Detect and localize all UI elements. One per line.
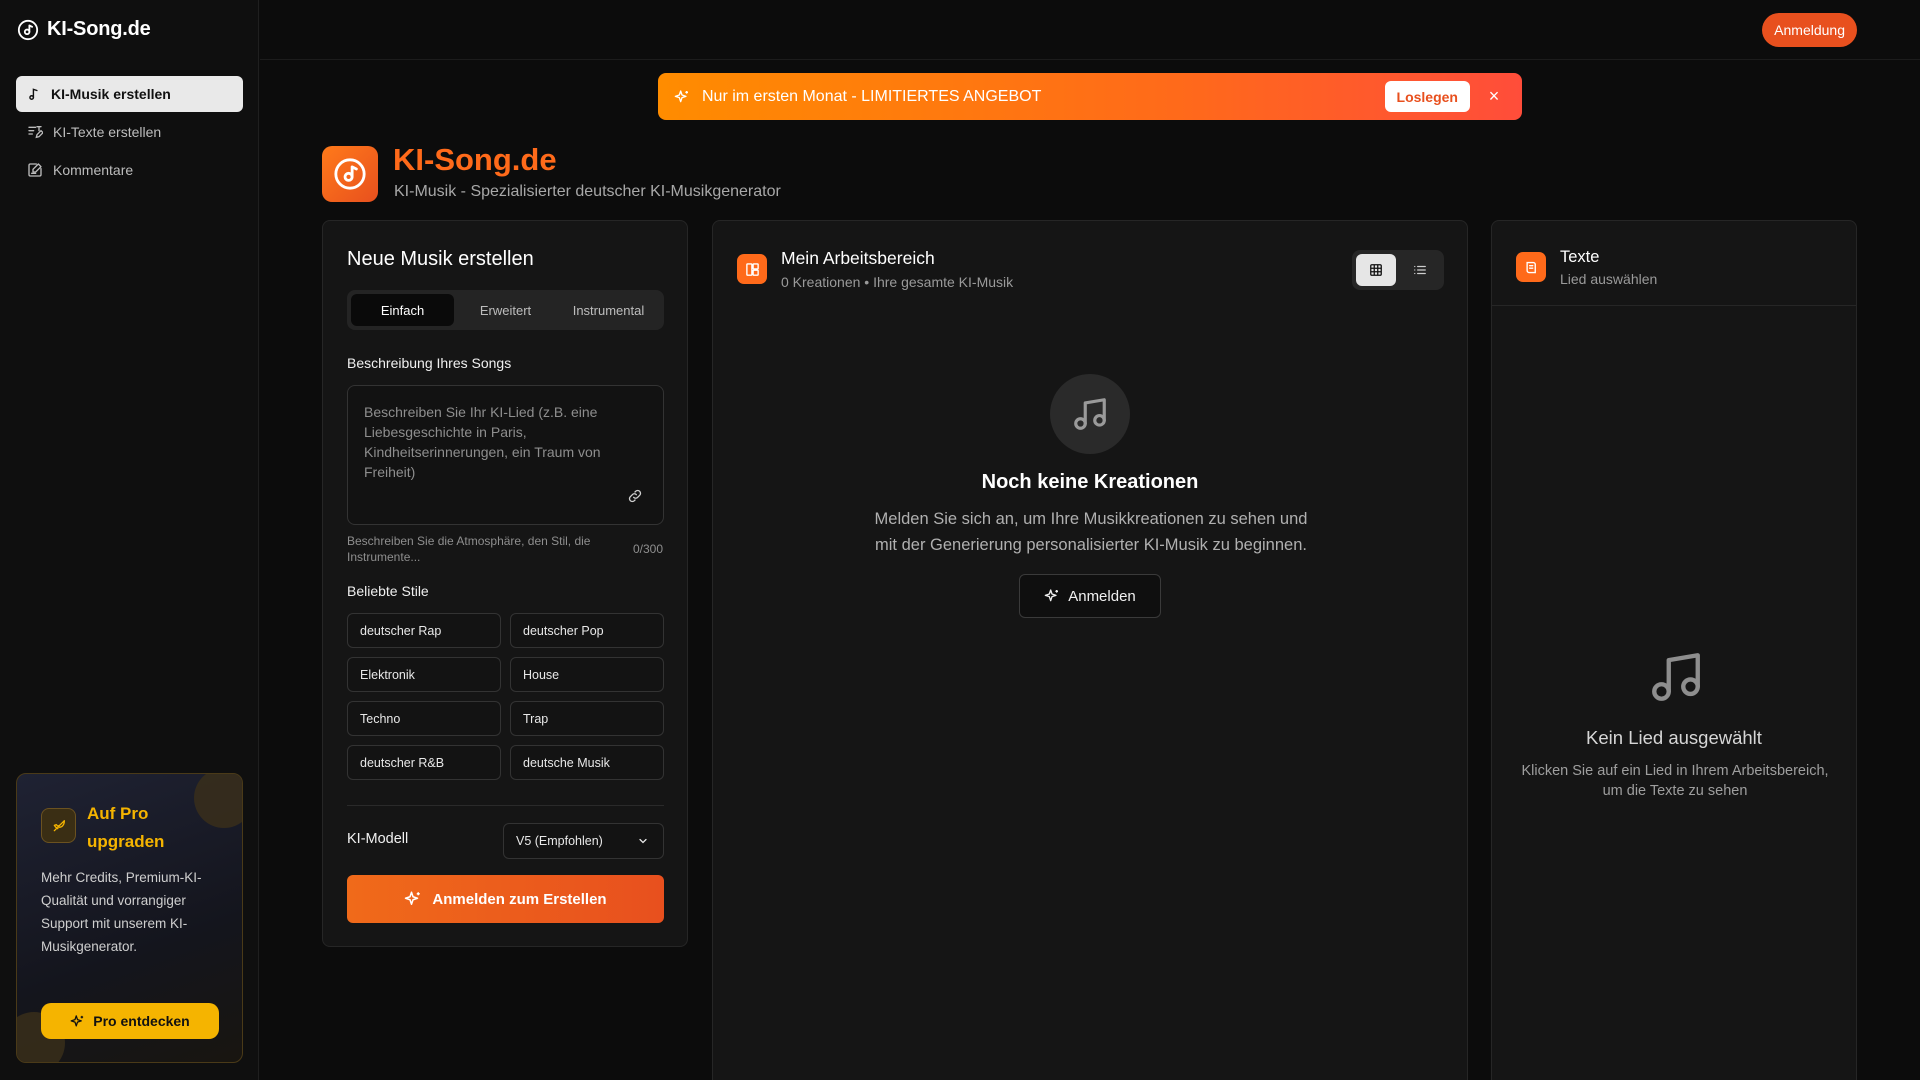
view-toggle xyxy=(1352,250,1444,290)
list-icon xyxy=(1414,265,1426,275)
sidebar-item-kommentare[interactable]: Kommentare xyxy=(16,152,243,188)
sidebar: KI-Song.de KI-Musik erstellen KI-Texte e… xyxy=(0,0,259,1080)
list-view-button[interactable] xyxy=(1400,254,1440,286)
style-chip[interactable]: Techno xyxy=(347,701,501,736)
create-music-panel: Neue Musik erstellen Einfach Erweitert I… xyxy=(322,220,688,947)
lyrics-panel-header: Texte Lied auswählen xyxy=(1492,221,1856,306)
popular-styles: deutscher Rap deutscher Pop Elektronik H… xyxy=(347,613,664,780)
edit-lyrics-icon xyxy=(28,126,43,139)
mode-tabs: Einfach Erweitert Instrumental xyxy=(347,290,664,330)
sidebar-nav: KI-Musik erstellen KI-Texte erstellen Ko… xyxy=(16,76,243,190)
style-chip[interactable]: Elektronik xyxy=(347,657,501,692)
lyrics-subtitle: Lied auswählen xyxy=(1560,271,1658,287)
sparkles-icon xyxy=(1044,589,1059,602)
workspace-panel: Mein Arbeitsbereich 0 Kreationen • Ihre … xyxy=(712,220,1468,1080)
link-icon[interactable] xyxy=(627,488,643,504)
song-description-input[interactable]: Beschreiben Sie Ihr KI-Lied (z.B. eine L… xyxy=(347,385,664,525)
model-select[interactable]: V5 (Empfohlen) xyxy=(503,823,664,859)
tab-einfach[interactable]: Einfach xyxy=(351,294,454,326)
tab-instrumental[interactable]: Instrumental xyxy=(557,294,660,326)
pro-upgrade-card: Auf Pro upgraden Mehr Credits, Premium-K… xyxy=(16,773,243,1063)
promo-cta-button[interactable]: Loslegen xyxy=(1384,81,1470,112)
grid-view-button[interactable] xyxy=(1356,254,1396,286)
layout-icon xyxy=(737,254,767,284)
page-subtitle: KI-Musik - Spezialisierter deutscher KI-… xyxy=(394,183,781,200)
model-value: V5 (Empfohlen) xyxy=(516,834,603,848)
login-button[interactable]: Anmeldung xyxy=(1762,13,1857,47)
no-song-description: Klicken Sie auf ein Lied in Ihrem Arbeit… xyxy=(1521,763,1829,799)
sidebar-item-label: KI-Texte erstellen xyxy=(53,124,162,140)
rocket-icon xyxy=(41,808,76,843)
style-chip[interactable]: deutscher Rap xyxy=(347,613,501,648)
tab-erweitert[interactable]: Erweitert xyxy=(454,294,557,326)
styles-label: Beliebte Stile xyxy=(347,583,429,599)
model-label: KI-Modell xyxy=(347,831,409,847)
top-bar: Anmeldung xyxy=(260,0,1920,60)
sidebar-item-label: Kommentare xyxy=(53,162,134,178)
create-submit-label: Anmelden zum Erstellen xyxy=(432,890,607,908)
create-panel-title: Neue Musik erstellen xyxy=(347,248,534,270)
pro-title: Auf Pro upgraden xyxy=(87,804,165,851)
promo-text: Nur im ersten Monat - LIMITIERTES ANGEBO… xyxy=(702,87,1042,105)
sparkles-icon xyxy=(70,1014,84,1026)
sidebar-item-ki-musik[interactable]: KI-Musik erstellen xyxy=(16,76,243,112)
music-notes-icon xyxy=(1050,374,1130,454)
style-chip[interactable]: deutsche Musik xyxy=(510,745,664,780)
music-disc-icon xyxy=(334,158,366,190)
style-chip[interactable]: deutscher R&B xyxy=(347,745,501,780)
lyrics-panel: Texte Lied auswählen Kein Lied ausgewähl… xyxy=(1491,220,1857,1080)
lyrics-title: Texte xyxy=(1560,248,1600,266)
create-submit-button[interactable]: Anmelden zum Erstellen xyxy=(347,875,664,923)
app-logo xyxy=(322,146,378,202)
sidebar-item-ki-texte[interactable]: KI-Texte erstellen xyxy=(16,114,243,150)
lyrics-icon xyxy=(1516,252,1546,282)
style-chip[interactable]: Trap xyxy=(510,701,664,736)
description-label: Beschreibung Ihres Songs xyxy=(347,355,512,371)
promo-banner: Nur im ersten Monat - LIMITIERTES ANGEBO… xyxy=(658,73,1522,120)
brand-name: KI-Song.de xyxy=(47,18,151,40)
grid-icon xyxy=(1370,264,1382,276)
sparkles-icon xyxy=(405,891,421,905)
signin-button[interactable]: Anmelden xyxy=(1019,574,1161,618)
comment-edit-icon xyxy=(28,163,42,177)
brand-logo[interactable]: KI-Song.de xyxy=(17,18,151,41)
page-title: KI-Song.de xyxy=(393,142,557,177)
divider xyxy=(347,805,664,806)
chevron-down-icon xyxy=(639,838,647,844)
pro-discover-button[interactable]: Pro entdecken xyxy=(41,1003,219,1039)
character-count: 0/300 xyxy=(632,542,663,556)
sidebar-item-label: KI-Musik erstellen xyxy=(51,86,171,102)
style-chip[interactable]: deutscher Pop xyxy=(510,613,664,648)
description-placeholder: Beschreiben Sie Ihr KI-Lied (z.B. eine L… xyxy=(364,404,601,480)
music-notes-icon xyxy=(1652,653,1700,701)
no-song-title: Kein Lied ausgewählt xyxy=(1586,727,1762,748)
empty-state-title: Noch keine Kreationen xyxy=(981,471,1199,493)
workspace-subtitle: 0 Kreationen • Ihre gesamte KI-Musik xyxy=(781,274,1014,290)
description-hint: Beschreiben Sie die Atmosphäre, den Stil… xyxy=(347,534,591,564)
music-disc-icon xyxy=(17,19,39,40)
sparkles-icon xyxy=(674,89,688,102)
signin-button-label: Anmelden xyxy=(1068,587,1136,605)
music-note-icon xyxy=(29,88,38,100)
pro-button-label: Pro entdecken xyxy=(93,1013,190,1029)
workspace-title: Mein Arbeitsbereich xyxy=(781,248,935,268)
style-chip[interactable]: House xyxy=(510,657,664,692)
close-icon[interactable]: × xyxy=(1484,86,1504,106)
empty-state-description: Melden Sie sich an, um Ihre Musikkreatio… xyxy=(874,510,1308,554)
pro-description: Mehr Credits, Premium-KI-Qualität und vo… xyxy=(41,870,202,954)
